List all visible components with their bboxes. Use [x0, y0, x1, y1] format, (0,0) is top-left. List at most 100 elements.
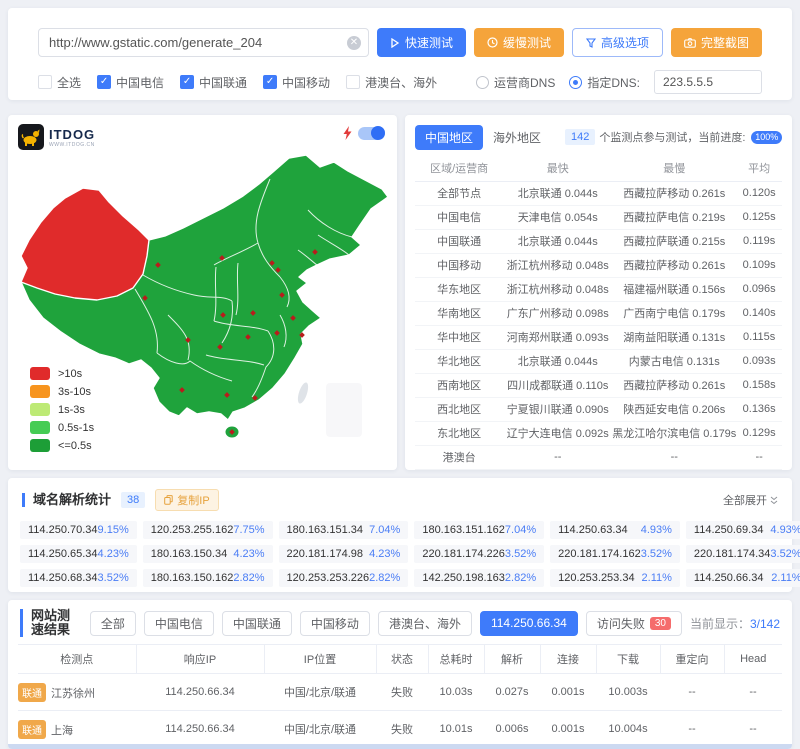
dns-ip-cell[interactable]: 114.250.65.344.23%	[20, 545, 137, 563]
region-cell: 宁夏银川联通 0.090s	[503, 397, 612, 421]
dns-ip-cell[interactable]: 180.163.150.344.23%	[143, 545, 273, 563]
advanced-options-button[interactable]: 高级选项	[572, 28, 663, 57]
region-cell: 0.115s	[736, 325, 782, 349]
speed-tab-中国电信[interactable]: 中国电信	[144, 611, 214, 636]
speed-result-card: 网站测速结果 全部中国电信中国联通中国移动港澳台、海外114.250.66.34…	[8, 600, 792, 749]
map-mode-toggle[interactable]	[358, 127, 385, 140]
dns-ip-cell[interactable]: 120.253.253.342.11%	[550, 569, 680, 587]
speed-tab-114.250.66.34[interactable]: 114.250.66.34	[480, 611, 578, 636]
dns-ip-cell[interactable]: 114.250.69.344.93%	[686, 521, 800, 539]
dns-percent: 3.52%	[641, 548, 672, 560]
play-icon	[390, 38, 400, 48]
isp-checkbox-group: 全选 ✓中国电信 ✓中国联通 ✓中国移动港澳台、海外	[38, 74, 437, 91]
region-table-row: 华北地区北京联通 0.044s内蒙古电信 0.131s0.093s	[415, 349, 782, 373]
total-time-cell: 10.03s	[428, 674, 484, 711]
dns-ip-cell[interactable]: 220.181.174.1623.52%	[550, 545, 680, 563]
checkbox-item[interactable]: 全选	[38, 74, 81, 91]
legend-label: >10s	[58, 368, 82, 380]
slow-test-button[interactable]: 缓慢测试	[474, 28, 564, 57]
dns-percent: 3.52%	[770, 548, 800, 560]
copy-ip-button[interactable]: 复制IP	[155, 489, 218, 511]
isp-badge: 联通	[18, 720, 46, 739]
checkbox-item[interactable]: ✓中国移动	[263, 74, 330, 91]
region-column-header: 平均	[736, 155, 782, 181]
dns-ip: 220.181.174.98	[287, 548, 363, 560]
dns-ip-cell[interactable]: 114.250.68.343.52%	[20, 569, 137, 587]
quick-test-button[interactable]: 快速测试	[377, 28, 466, 57]
dns-ip-cell[interactable]: 180.163.151.1627.04%	[414, 521, 544, 539]
url-input[interactable]	[38, 28, 369, 57]
speed-result-table: 检测点响应IPIP位置状态总耗时解析连接下载重定向Head 联通江苏徐州114.…	[18, 644, 782, 749]
dns-time-cell: 0.027s	[484, 674, 540, 711]
region-table-row: 华中地区河南郑州联通 0.093s湖南益阳联通 0.131s0.115s	[415, 325, 782, 349]
legend-label: 3s-10s	[58, 386, 91, 398]
speed-tab-全部[interactable]: 全部	[90, 611, 136, 636]
tab-overseas-region[interactable]: 海外地区	[483, 125, 551, 150]
region-cell: 全部节点	[415, 181, 503, 205]
region-latency-table: 区域/运营商最快最慢平均 全部节点北京联通 0.044s西藏拉萨移动 0.261…	[415, 155, 782, 470]
speed-tab-访问失败[interactable]: 访问失败30	[586, 611, 682, 636]
region-cell: 华南地区	[415, 301, 503, 325]
checkbox-label: 中国联通	[199, 74, 247, 91]
checkbox-item[interactable]: 港澳台、海外	[346, 74, 437, 91]
dns-ip-cell[interactable]: 142.250.198.1632.82%	[414, 569, 544, 587]
dns-ip-cell[interactable]: 120.253.253.2262.82%	[279, 569, 409, 587]
region-cell: 中国联通	[415, 229, 503, 253]
dns-percent: 4.93%	[641, 524, 672, 536]
region-cell: 东北地区	[415, 421, 503, 445]
speed-column-header: IP位置	[264, 645, 376, 674]
dns-ip: 120.253.253.226	[287, 572, 370, 584]
dns-ip-cell[interactable]: 120.253.255.1627.75%	[143, 521, 273, 539]
dns-ip-cell[interactable]: 180.163.150.1622.82%	[143, 569, 273, 587]
dns-ip-cell[interactable]: 220.181.174.984.23%	[279, 545, 409, 563]
region-cell: 浙江杭州移动 0.048s	[503, 277, 612, 301]
logo-subtitle: WWW.ITDOG.CN	[49, 142, 95, 148]
dns-ip-cell[interactable]: 114.250.66.342.11%	[686, 569, 800, 587]
region-cell: 西藏拉萨移动 0.261s	[612, 253, 736, 277]
watermark	[326, 383, 362, 437]
response-ip-cell: 114.250.66.34	[136, 711, 264, 748]
redirect-cell: --	[660, 674, 724, 711]
dns-percent: 4.93%	[770, 524, 800, 536]
radio-specified-dns[interactable]: 指定DNS:	[569, 74, 640, 91]
radio-carrier-dns[interactable]: 运营商DNS	[476, 74, 555, 91]
checkbox-item[interactable]: ✓中国联通	[180, 74, 247, 91]
region-table-row: 西南地区四川成都联通 0.110s西藏拉萨移动 0.261s0.158s	[415, 373, 782, 397]
expand-all-button[interactable]: 全部展开	[723, 492, 778, 508]
region-cell: 湖南益阳联通 0.131s	[612, 325, 736, 349]
dns-ip-cell[interactable]: 114.250.63.344.93%	[550, 521, 680, 539]
speed-tab-中国移动[interactable]: 中国移动	[300, 611, 370, 636]
dns-server-input[interactable]	[654, 70, 762, 94]
region-cell: --	[612, 445, 736, 469]
checkbox-item[interactable]: ✓中国电信	[97, 74, 164, 91]
dns-stats-title: 域名解析统计	[22, 493, 111, 507]
region-cell: 华北地区	[415, 349, 503, 373]
full-screenshot-button[interactable]: 完整截图	[671, 28, 762, 57]
filter-icon	[586, 38, 596, 48]
connect-time-cell: 0.001s	[540, 674, 596, 711]
legend-swatch	[30, 403, 50, 416]
legend-item: <=0.5s	[30, 439, 94, 452]
dns-percent: 3.52%	[98, 572, 129, 584]
region-cell: 内蒙古电信 0.131s	[612, 349, 736, 373]
dns-ip-cell[interactable]: 180.163.151.347.04%	[279, 521, 409, 539]
speed-column-header: 状态	[376, 645, 428, 674]
node-name: 江苏徐州	[51, 688, 95, 700]
speed-tab-中国联通[interactable]: 中国联通	[222, 611, 292, 636]
status-cell: 失败	[376, 711, 428, 748]
dns-ip: 180.163.150.162	[151, 572, 234, 584]
region-table-row: 东北地区辽宁大连电信 0.092s黑龙江哈尔滨电信 0.179s0.129s	[415, 421, 782, 445]
dns-ip: 220.181.174.34	[694, 548, 770, 560]
region-cell: 0.093s	[736, 349, 782, 373]
region-cell: 0.120s	[736, 181, 782, 205]
clear-input-icon[interactable]: ✕	[347, 36, 361, 50]
ip-location-cell: 中国/北京/联通	[264, 711, 376, 748]
region-cell: --	[503, 445, 612, 469]
dns-ip-cell[interactable]: 114.250.70.349.15%	[20, 521, 137, 539]
legend-label: <=0.5s	[58, 440, 92, 452]
dns-ip-cell[interactable]: 220.181.174.343.52%	[686, 545, 800, 563]
tab-china-region[interactable]: 中国地区	[415, 125, 483, 150]
speed-tab-港澳台、海外[interactable]: 港澳台、海外	[378, 611, 472, 636]
region-table-row: 西北地区宁夏银川联通 0.090s陕西延安电信 0.206s0.136s	[415, 397, 782, 421]
dns-ip-cell[interactable]: 220.181.174.2263.52%	[414, 545, 544, 563]
